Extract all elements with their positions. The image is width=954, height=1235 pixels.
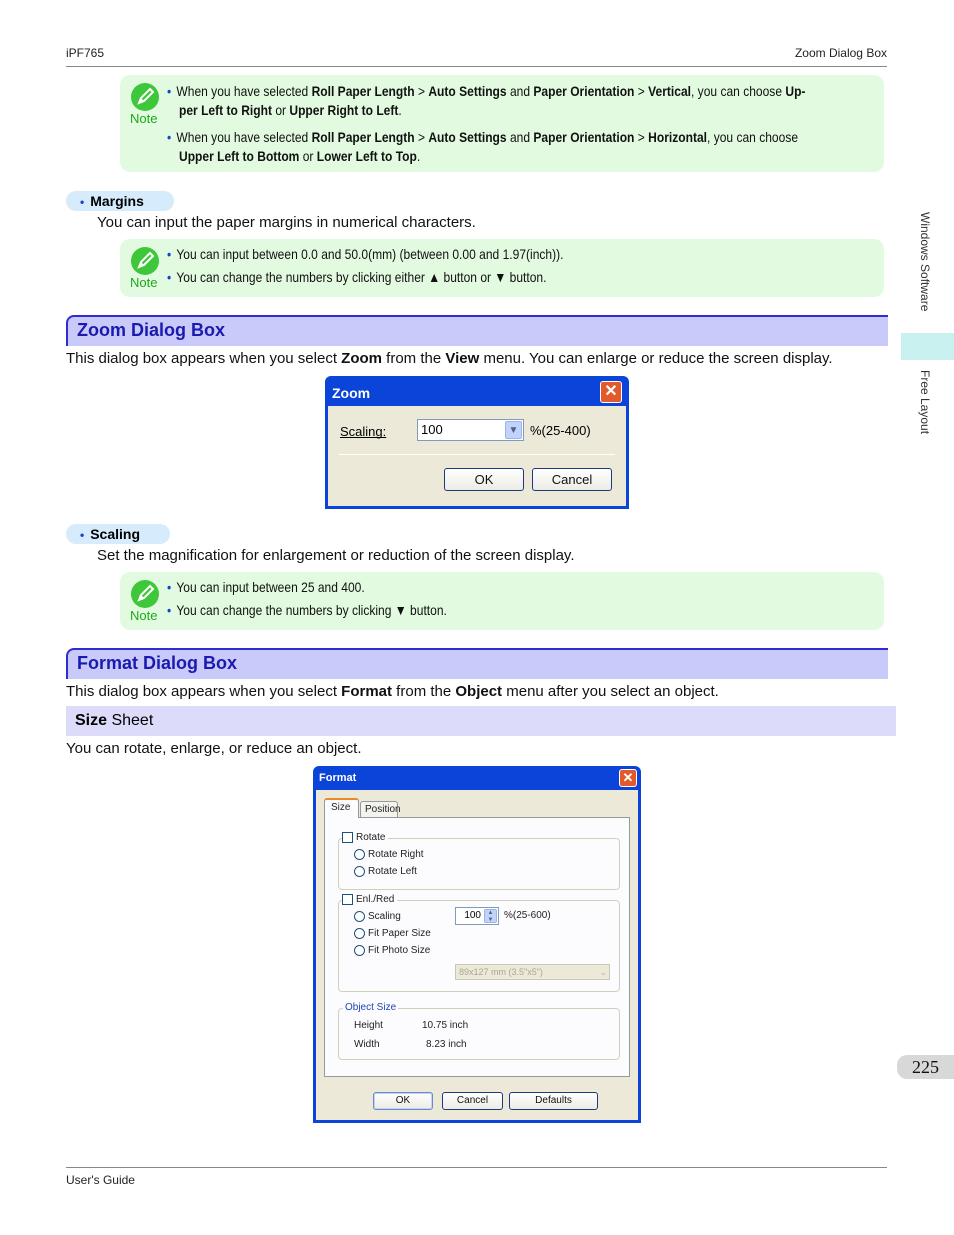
note-item: • You can input between 0.0 and 50.0(mm) …	[167, 246, 564, 262]
ok-button[interactable]: OK	[373, 1092, 433, 1110]
fit-paper-size-radio[interactable]: Fit Paper Size	[354, 928, 431, 939]
zoom-dialog-body: Scaling: 100 ▼ %(25-400) OK Cancel	[328, 406, 626, 506]
zoom-dialog: Zoom ✕ Scaling: 100 ▼ %(25-400) OK Cance…	[325, 376, 629, 509]
margins-description: You can input the paper margins in numer…	[97, 214, 476, 231]
rotate-group	[338, 838, 620, 890]
format-dialog-title: Format	[319, 772, 357, 784]
close-icon[interactable]: ✕	[600, 381, 622, 403]
header-rule	[66, 66, 887, 67]
rotate-checkbox[interactable]: Rotate	[342, 832, 389, 843]
radio-icon	[354, 866, 365, 877]
scaling-label: Scaling:	[340, 424, 387, 439]
side-tab-windows-software[interactable]: Windows Software	[918, 212, 932, 311]
footer-rule	[66, 1167, 887, 1168]
note-item: • When you have selected Roll Paper Lengt…	[167, 129, 799, 145]
tab-panel-size: Rotate Rotate Right Rotate Left Enl./Red…	[324, 817, 630, 1077]
radio-icon	[354, 849, 365, 860]
scaling-spinner[interactable]: 100 ▲ ▼	[455, 907, 499, 925]
note-pencil-icon	[131, 247, 159, 275]
format-dialog-body: Size Position Rotate Rotate Right Rotate…	[316, 790, 638, 1120]
zoom-intro: This dialog box appears when you select …	[66, 350, 833, 367]
scaling-value: 100	[421, 422, 443, 437]
rotate-right-radio[interactable]: Rotate Right	[354, 849, 424, 860]
chevron-down-icon[interactable]: ▼	[505, 421, 522, 439]
fit-photo-size-radio[interactable]: Fit Photo Size	[354, 945, 430, 956]
checkbox-icon	[342, 894, 353, 905]
section-heading-format: Format Dialog Box	[66, 648, 888, 679]
checkbox-icon	[342, 832, 353, 843]
tab-size[interactable]: Size	[324, 798, 359, 818]
object-size-label: Object Size	[343, 1002, 399, 1013]
cancel-button[interactable]: Cancel	[442, 1092, 503, 1110]
width-label: Width	[354, 1039, 380, 1050]
scaling-combobox[interactable]: 100 ▼	[417, 419, 524, 441]
radio-icon	[354, 945, 365, 956]
chevron-down-icon: ⌄	[599, 967, 607, 977]
note-label: Note	[130, 275, 158, 290]
format-intro: This dialog box appears when you select …	[66, 683, 719, 700]
cancel-button[interactable]: Cancel	[532, 468, 612, 491]
scaling-range: %(25-400)	[530, 423, 591, 438]
note-item-continued: per Left to Right or Upper Right to Left…	[179, 102, 402, 118]
note-label: Note	[130, 608, 158, 623]
defaults-button[interactable]: Defaults	[509, 1092, 598, 1110]
format-dialog: Format ✕ Size Position Rotate Rotate Rig…	[313, 766, 641, 1123]
note-pencil-icon	[131, 580, 159, 608]
scaling-radio[interactable]: Scaling	[354, 911, 401, 922]
scaling-heading: • Scaling	[66, 524, 170, 544]
height-label: Height	[354, 1020, 383, 1031]
radio-icon	[354, 928, 365, 939]
object-size-group	[338, 1008, 620, 1060]
enlred-range: %(25-600)	[504, 910, 551, 921]
note-item: • You can change the numbers by clicking …	[167, 602, 447, 618]
radio-icon	[354, 911, 365, 922]
margins-heading: • Margins	[66, 191, 174, 211]
subsection-size-sheet: Size Sheet	[66, 706, 896, 736]
separator	[339, 454, 615, 455]
close-icon[interactable]: ✕	[619, 769, 637, 787]
footer-guide-title: User's Guide	[66, 1173, 135, 1187]
note-item: • When you have selected Roll Paper Lengt…	[167, 83, 806, 99]
note-pencil-icon	[131, 83, 159, 111]
note-label: Note	[130, 111, 158, 126]
spinner-up-down-icon[interactable]: ▲ ▼	[484, 909, 497, 923]
tab-position[interactable]: Position	[360, 801, 401, 817]
note-item: • You can input between 25 and 400.	[167, 579, 365, 595]
note-item: • You can change the numbers by clicking …	[167, 269, 547, 285]
page-number: 225	[897, 1055, 954, 1079]
width-value: 8.23 inch	[426, 1039, 467, 1050]
side-tab-free-layout[interactable]: Free Layout	[918, 370, 932, 434]
ok-button[interactable]: OK	[444, 468, 524, 491]
zoom-dialog-title: Zoom	[332, 385, 371, 401]
header-section: Zoom Dialog Box	[794, 46, 887, 60]
note-item-continued: Upper Left to Bottom or Lower Left to To…	[179, 148, 421, 164]
rotate-left-radio[interactable]: Rotate Left	[354, 866, 417, 877]
section-heading-zoom: Zoom Dialog Box	[66, 315, 888, 346]
scaling-description: Set the magnification for enlargement or…	[97, 547, 575, 564]
size-sheet-description: You can rotate, enlarge, or reduce an ob…	[66, 740, 362, 757]
header-product: iPF765	[66, 46, 105, 60]
side-tab-highlight	[901, 333, 954, 360]
height-value: 10.75 inch	[422, 1020, 469, 1031]
enlred-checkbox[interactable]: Enl./Red	[342, 894, 398, 905]
photo-size-select[interactable]: 89x127 mm (3.5"x5") ⌄	[455, 964, 610, 980]
